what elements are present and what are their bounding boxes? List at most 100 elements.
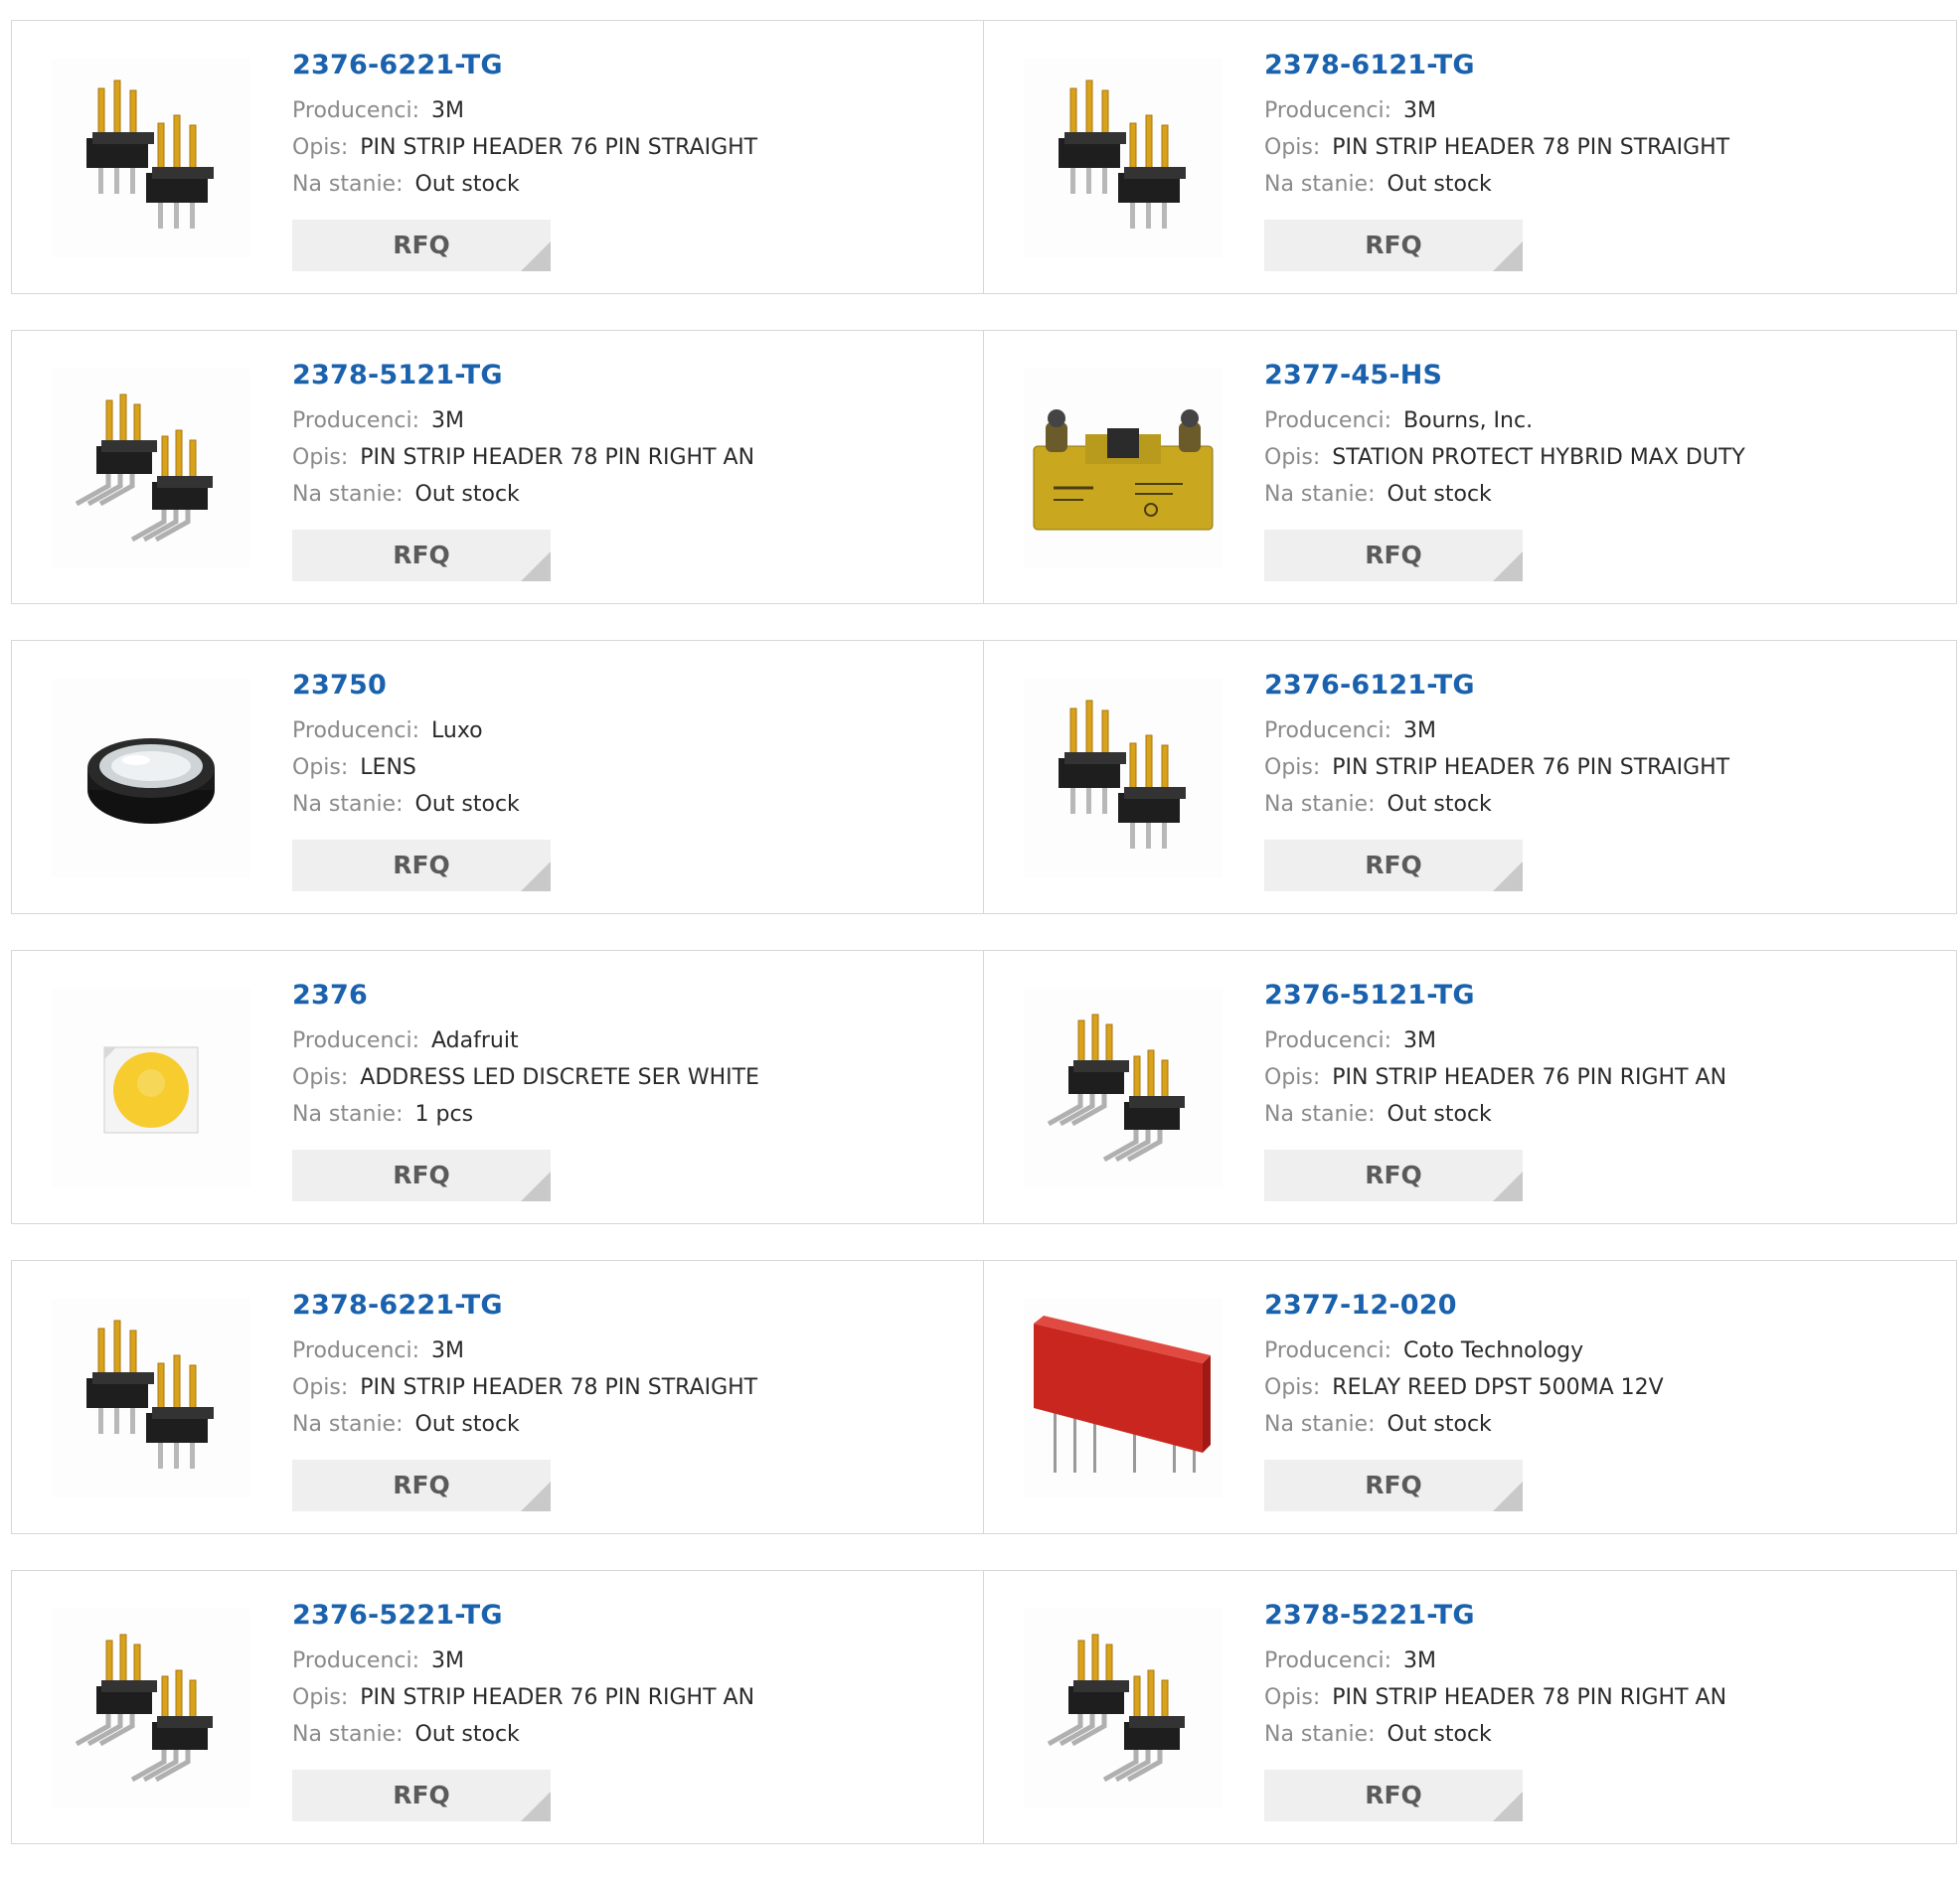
product-card: 2377-12-020 Producenci: Coto Technology O… — [984, 1260, 1957, 1534]
description-label: Opis: — [292, 1685, 349, 1710]
part-number-link[interactable]: 2377-12-020 — [1264, 1289, 1936, 1323]
stock-label: Na stanie: — [292, 792, 404, 817]
product-card: 2378-5221-TG Producenci: 3M Opis: PIN STRI… — [984, 1570, 1957, 1844]
pin-header-straight-icon — [86, 1320, 214, 1469]
rfq-button[interactable]: RFQ — [1264, 840, 1523, 891]
part-number-link[interactable]: 2376 — [292, 979, 963, 1013]
stock-row: Na stanie: Out stock — [1264, 1096, 1936, 1133]
product-image[interactable] — [52, 59, 250, 257]
product-card: 2377-45-HS Producenci: Bourns, Inc. Opis:… — [984, 330, 1957, 604]
stock-row: Na stanie: Out stock — [1264, 1716, 1936, 1753]
manufacturer-label: Producenci: — [292, 1338, 420, 1363]
product-card: 2376-6221-TG Producenci: 3M Opis: PIN STRI… — [11, 20, 984, 294]
part-number-link[interactable]: 2378-6121-TG — [1264, 49, 1936, 82]
part-number-link[interactable]: 2376-6221-TG — [292, 49, 963, 82]
manufacturer-label: Producenci: — [292, 1028, 420, 1053]
description-row: Opis: LENS — [292, 749, 963, 786]
product-image[interactable] — [1024, 679, 1223, 877]
manufacturer-row: Producenci: 3M — [292, 402, 963, 439]
part-number-link[interactable]: 2378-6221-TG — [292, 1289, 963, 1323]
product-card: 2376-6121-TG Producenci: 3M Opis: PIN STRI… — [984, 640, 1957, 914]
rfq-button[interactable]: RFQ — [292, 220, 551, 271]
product-image[interactable] — [1024, 1299, 1223, 1497]
rfq-button[interactable]: RFQ — [1264, 220, 1523, 271]
manufacturer-label: Producenci: — [292, 408, 420, 433]
product-image[interactable] — [52, 369, 250, 567]
product-image[interactable] — [52, 679, 250, 877]
description-value: PIN STRIP HEADER 78 PIN RIGHT AN — [1332, 1685, 1727, 1710]
description-label: Opis: — [1264, 755, 1321, 780]
manufacturer-label: Producenci: — [292, 718, 420, 743]
rfq-button[interactable]: RFQ — [1264, 530, 1523, 581]
manufacturer-row: Producenci: Coto Technology — [1264, 1332, 1936, 1369]
part-number-link[interactable]: 2378-5221-TG — [1264, 1599, 1936, 1633]
stock-row: Na stanie: Out stock — [292, 1406, 963, 1443]
stock-label: Na stanie: — [1264, 482, 1376, 507]
product-image[interactable] — [1024, 989, 1223, 1187]
stock-value: Out stock — [1387, 172, 1492, 197]
rfq-button-label: RFQ — [1365, 1471, 1422, 1499]
product-image[interactable] — [52, 989, 250, 1187]
description-label: Opis: — [1264, 1375, 1321, 1400]
stock-value: Out stock — [1387, 1102, 1492, 1127]
description-label: Opis: — [1264, 1065, 1321, 1090]
rfq-button-label: RFQ — [393, 851, 450, 879]
rfq-button-label: RFQ — [393, 541, 450, 569]
part-number-link[interactable]: 2376-5121-TG — [1264, 979, 1936, 1013]
rfq-button[interactable]: RFQ — [1264, 1770, 1523, 1821]
product-info: 2376 Producenci: Adafruit Opis: ADDRESS LE… — [292, 979, 963, 1133]
part-number-link[interactable]: 2376-6121-TG — [1264, 669, 1936, 703]
description-label: Opis: — [292, 1375, 349, 1400]
part-number-link[interactable]: 2376-5221-TG — [292, 1599, 963, 1633]
rfq-button[interactable]: RFQ — [1264, 1460, 1523, 1511]
description-value: PIN STRIP HEADER 76 PIN RIGHT AN — [360, 1685, 755, 1710]
rfq-button-label: RFQ — [1365, 541, 1422, 569]
rfq-button-label: RFQ — [1365, 851, 1422, 879]
rfq-button[interactable]: RFQ — [1264, 1150, 1523, 1201]
product-row: 2376 Producenci: Adafruit Opis: ADDRESS LE… — [11, 950, 1957, 1224]
description-row: Opis: RELAY REED DPST 500MA 12V — [1264, 1369, 1936, 1406]
manufacturer-label: Producenci: — [292, 1648, 420, 1673]
manufacturer-value: Adafruit — [431, 1028, 519, 1053]
description-value: PIN STRIP HEADER 78 PIN STRAIGHT — [360, 1375, 758, 1400]
product-row: 23750 Producenci: Luxo Opis: LENS Na stani… — [11, 640, 1957, 914]
product-image[interactable] — [52, 1609, 250, 1807]
product-image[interactable] — [1024, 59, 1223, 257]
rfq-button-label: RFQ — [393, 231, 450, 259]
rfq-button[interactable]: RFQ — [292, 530, 551, 581]
product-info: 23750 Producenci: Luxo Opis: LENS Na stani… — [292, 669, 963, 823]
part-number-link[interactable]: 2378-5121-TG — [292, 359, 963, 392]
rfq-button-label: RFQ — [393, 1471, 450, 1499]
description-row: Opis: STATION PROTECT HYBRID MAX DUTY — [1264, 439, 1936, 476]
description-value: PIN STRIP HEADER 76 PIN STRAIGHT — [360, 135, 758, 160]
stock-value: Out stock — [414, 1722, 520, 1747]
product-info: 2378-6121-TG Producenci: 3M Opis: PIN STRI… — [1264, 49, 1936, 203]
part-number-link[interactable]: 2377-45-HS — [1264, 359, 1936, 392]
part-number-link[interactable]: 23750 — [292, 669, 963, 703]
stock-row: Na stanie: Out stock — [1264, 476, 1936, 513]
rfq-button[interactable]: RFQ — [292, 1770, 551, 1821]
manufacturer-value: Coto Technology — [1403, 1338, 1584, 1363]
manufacturer-row: Producenci: Luxo — [292, 712, 963, 749]
manufacturer-row: Producenci: 3M — [292, 1643, 963, 1679]
description-value: ADDRESS LED DISCRETE SER WHITE — [360, 1065, 759, 1090]
stock-row: Na stanie: Out stock — [292, 1716, 963, 1753]
description-label: Opis: — [1264, 135, 1321, 160]
rfq-button[interactable]: RFQ — [292, 1460, 551, 1511]
rfq-button[interactable]: RFQ — [292, 840, 551, 891]
description-row: Opis: PIN STRIP HEADER 76 PIN RIGHT AN — [1264, 1059, 1936, 1096]
stock-label: Na stanie: — [292, 482, 404, 507]
product-info: 2376-5221-TG Producenci: 3M Opis: PIN STRI… — [292, 1599, 963, 1753]
description-value: LENS — [360, 755, 416, 780]
description-row: Opis: PIN STRIP HEADER 76 PIN STRAIGHT — [292, 129, 963, 166]
product-info: 2376-5121-TG Producenci: 3M Opis: PIN STRI… — [1264, 979, 1936, 1133]
product-image[interactable] — [1024, 1609, 1223, 1807]
product-image[interactable] — [1024, 369, 1223, 567]
station-protector-icon — [1033, 409, 1214, 531]
manufacturer-value: Luxo — [431, 718, 483, 743]
product-image[interactable] — [52, 1299, 250, 1497]
lens-icon — [87, 738, 215, 824]
product-card: 2378-5121-TG Producenci: 3M Opis: PIN STRI… — [11, 330, 984, 604]
rfq-button[interactable]: RFQ — [292, 1150, 551, 1201]
description-value: RELAY REED DPST 500MA 12V — [1332, 1375, 1664, 1400]
